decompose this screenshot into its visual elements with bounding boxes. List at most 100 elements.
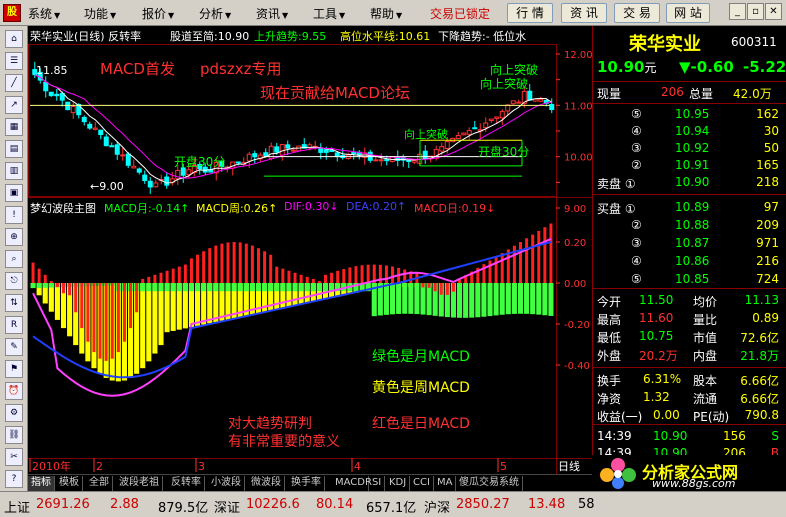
month-macd-bar [207,283,213,292]
indicator-panel [30,223,554,397]
day-macd-bar [317,280,321,283]
tab-1[interactable]: 模板 [56,476,83,491]
tab-6[interactable]: 微波段 [248,476,285,491]
ask-level: ③ 10.92 50 [631,141,779,155]
tab-12[interactable]: MA [434,476,457,491]
toolbar-note-icon[interactable]: ✎ [5,338,23,356]
day-macd-bar [518,242,522,283]
tab-5[interactable]: 小波段 [208,476,245,491]
day-macd-bar [305,276,309,283]
quote-button[interactable]: 行 情 [507,3,553,23]
minimize-icon[interactable]: _ [729,3,746,20]
menu-help[interactable]: 帮助 ▼ [370,5,402,22]
month-macd-bar [249,283,255,292]
news-button[interactable]: 资 讯 [561,3,607,23]
day-macd-bar [153,274,157,283]
toolbar-alarm-icon[interactable]: ⏰ [5,382,23,400]
month-macd-bar [255,283,262,292]
tab-3[interactable]: 波段老祖 [116,476,163,491]
candle-body [466,130,472,135]
tab-10[interactable]: KDJ [386,476,411,491]
menu-quote[interactable]: 报价 ▼ [142,5,174,22]
toolbar-tools-icon[interactable]: ✂ [5,448,23,466]
month-macd-bar [536,283,542,315]
hs-amount: 58 [578,497,595,512]
toolbar-grid-icon[interactable]: ▤ [5,140,23,158]
toolbar-sort-icon[interactable]: ⇅ [5,294,23,312]
toolbar-table-icon[interactable]: ▦ [5,118,23,136]
low-price-mark: ←9.00 [90,180,124,193]
day-macd-bar [80,283,84,329]
close-icon[interactable]: ✕ [765,3,782,20]
day-macd-bar [311,278,315,283]
toolbar-zoom-icon[interactable]: ⊕ [5,228,23,246]
hs-label: 沪深 [424,501,451,516]
toolbar-list-icon[interactable]: ☰ [5,52,23,70]
menu-tools[interactable]: 工具 ▼ [313,5,345,22]
toolbar-link-icon[interactable]: ⛓ [5,426,23,444]
indicator-tab-bar: 指标 模板 全部 波段老祖 反转率 小波段 微波段 换手率 MACD RSI KDJ CCI MA 傻瓜交… [28,474,592,491]
toolbar-settings-icon[interactable]: ⚙ [5,404,23,422]
toolbar-home-icon[interactable]: ⌂ [5,30,23,48]
day-macd-bar [165,270,169,283]
indicator-y-ticks: 0.20 0.00 -0.20 -0.40 [556,238,590,372]
day-macd-bar [269,254,273,283]
stock-code: 600311 [731,35,777,49]
toolbar-help-icon[interactable]: ? [5,470,23,488]
toolbar-trend-icon[interactable]: ↗ [5,96,23,114]
tab-9[interactable]: RSI [362,476,386,491]
menu-system[interactable]: 系统 ▼ [28,5,60,22]
month-macd-bar [542,283,548,316]
menu-function[interactable]: 功能 ▼ [84,5,116,22]
day-macd-bar [92,283,96,353]
toolbar-index-icon[interactable]: ▣ [5,184,23,202]
candle-body [54,93,60,97]
note-trend: 对大趋势研判 [228,416,312,432]
toolbar-rsi-icon[interactable]: R [5,316,23,334]
tab-13[interactable]: 傻瓜交易系统 [456,476,523,491]
site-logo[interactable]: 分析家公式网 www.88gs.com [592,455,786,491]
candle-body [81,116,87,123]
tab-7[interactable]: 换手率 [288,476,325,491]
indicator-header: 梦幻波段主图 MACD月:-0.14↑ MACD周:0.26↑ DIF:0.30… [28,198,592,216]
index-status-bar: 上证 2691.26 2.88 879.5亿 深证 10226.6 80.14 … [0,491,786,517]
menu-info[interactable]: 资讯 ▼ [256,5,288,22]
toolbar-flag-icon[interactable]: ⚑ [5,360,23,378]
tab-0[interactable]: 指标 [28,476,55,491]
candle-body [136,168,142,173]
toolbar-search-icon[interactable]: ⌕ [5,250,23,268]
main-tick-label: 11.00 [564,101,592,112]
sz-amount: 657.1亿 [366,501,417,516]
month-macd-bar [30,283,36,289]
day-macd-bar [196,254,200,283]
month-macd-bar [517,283,524,314]
candle-body [92,127,98,130]
tab-4[interactable]: 反转率 [168,476,205,491]
toolbar-warning-icon[interactable]: ! [5,206,23,224]
label-yellow-week: 黄色是周MACD [372,379,470,396]
chart-area[interactable]: 荣华实业(日线) 反转率 股道至简:10.90 上升趋势:9.55 高位水平线:… [28,26,592,491]
menu-analysis[interactable]: 分析 ▼ [199,5,231,22]
trade-button[interactable]: 交 易 [614,3,660,23]
day-macd-bar [549,223,553,283]
tab-2[interactable]: 全部 [86,476,113,491]
day-macd-bar [421,283,425,288]
restore-icon[interactable]: ▫ [747,3,764,20]
month-macd-bar [152,283,158,292]
day-macd-bar [74,283,78,313]
tab-11[interactable]: CCI [410,476,434,491]
hs-value: 2850.27 [456,497,510,512]
candle-body [279,144,285,156]
month-macd-bar [42,283,48,288]
toolbar-chart-icon[interactable]: ╱ [5,74,23,92]
toolbar-exit-icon[interactable]: ⎋ [5,272,23,290]
day-macd-bar [214,245,218,283]
candle-body [455,135,461,140]
period-label: 日线 [558,459,580,473]
sh-amount: 879.5亿 [158,501,209,516]
main-tick-label: 10.00 [564,153,592,164]
candle-body [527,90,533,101]
toolbar-report-icon[interactable]: ▥ [5,162,23,180]
website-button[interactable]: 网 站 [666,3,710,23]
bid-level: 买盘 ① 10.89 97 [597,200,779,216]
